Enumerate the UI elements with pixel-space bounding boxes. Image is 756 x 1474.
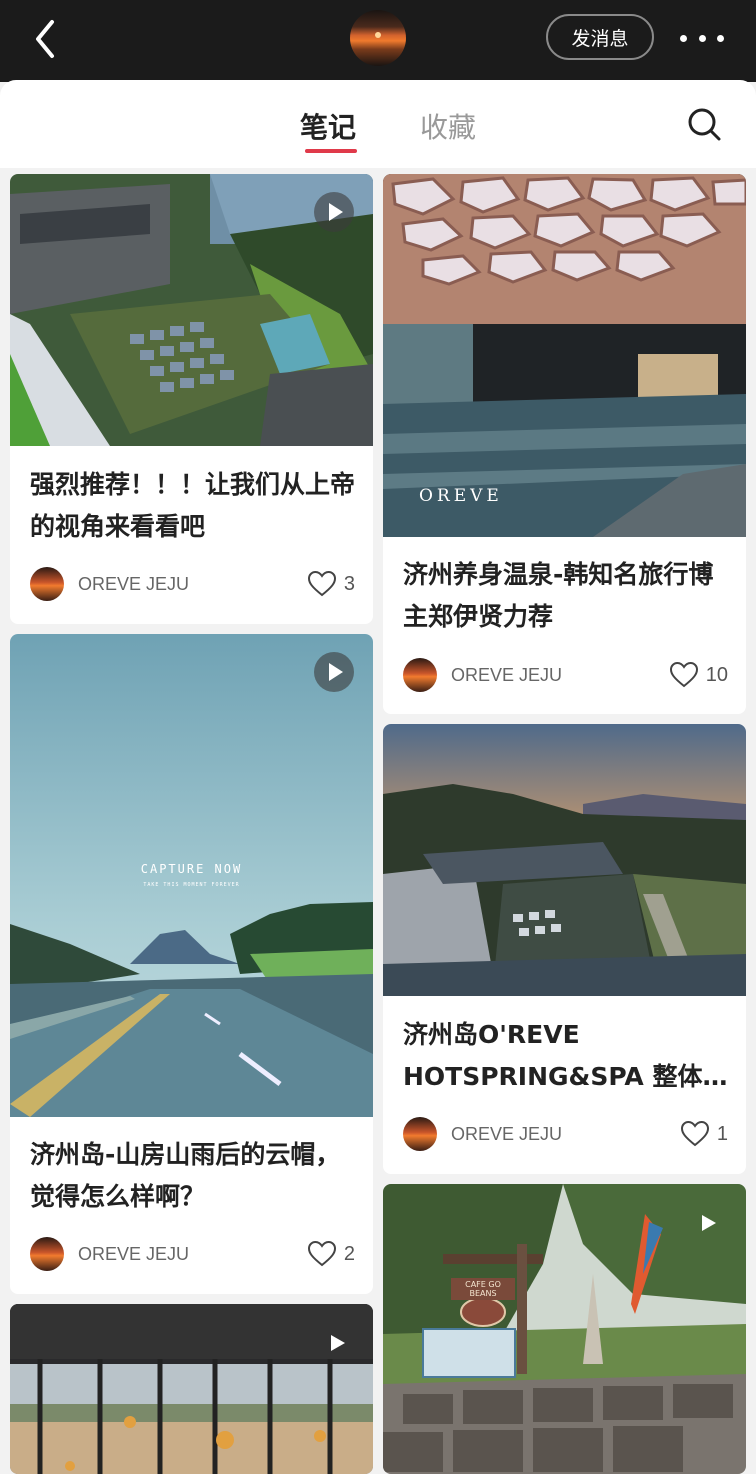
cafe-sign-text: CAFE GO BEANS — [451, 1278, 515, 1300]
note-title: 济州岛-山房山雨后的云帽，觉得怎么样啊？ — [30, 1140, 341, 1211]
note-card[interactable]: CAPTURE NOW TAKE THIS MOMENT FOREVER 济州岛… — [10, 634, 373, 1294]
tabs-header: 笔记 收藏 — [0, 80, 756, 168]
top-bar: 发消息 — [0, 0, 756, 82]
note-title: 济州岛O'REVE HOTSPRING&SPA 整体环境 — [403, 1020, 728, 1091]
note-card[interactable] — [10, 1304, 373, 1474]
overlay-title: CAPTURE NOW — [140, 862, 243, 876]
note-card[interactable]: OREVE 济州养身温泉-韩知名旅行博主郑伊贤力荐 OREVE JEJU 10 — [383, 174, 746, 714]
note-card[interactable]: 强烈推荐！！！让我们从上帝的视角来看看吧 OREVE JEJU 3 — [10, 174, 373, 624]
back-chevron-icon[interactable] — [30, 18, 62, 60]
heart-icon[interactable] — [680, 1121, 709, 1147]
note-card[interactable]: CAFE GO BEANS — [383, 1184, 746, 1474]
active-tab-indicator — [305, 149, 357, 153]
author-avatar — [30, 567, 64, 601]
like-count: 2 — [343, 1242, 355, 1265]
profile-avatar[interactable] — [350, 10, 406, 66]
tab-favorites[interactable]: 收藏 — [420, 106, 476, 146]
more-dots-icon[interactable] — [680, 28, 724, 48]
author-avatar — [30, 1237, 64, 1271]
note-cover-image — [383, 174, 746, 537]
watermark-text: OREVE — [419, 486, 503, 506]
author-name: OREVE JEJU — [451, 664, 563, 685]
note-card[interactable]: 济州岛O'REVE HOTSPRING&SPA 整体环境 OREVE JEJU … — [383, 724, 746, 1174]
like-count: 10 — [705, 663, 728, 686]
note-cover-image — [383, 724, 746, 996]
author-name: OREVE JEJU — [78, 573, 190, 594]
note-cover-image — [10, 1304, 373, 1474]
like-count: 3 — [343, 572, 355, 595]
note-meta: OREVE JEJU 10 — [403, 657, 728, 693]
send-message-button[interactable]: 发消息 — [546, 14, 654, 60]
note-meta: OREVE JEJU 1 — [403, 1116, 728, 1152]
author-avatar — [403, 658, 437, 692]
author-name: OREVE JEJU — [78, 1243, 190, 1264]
tab-notes[interactable]: 笔记 — [300, 106, 356, 146]
note-cover-image — [383, 1184, 746, 1474]
like-count: 1 — [716, 1122, 728, 1145]
heart-icon[interactable] — [669, 662, 698, 688]
overlay-subtitle: TAKE THIS MOMENT FOREVER — [143, 882, 240, 888]
search-icon[interactable] — [686, 106, 722, 142]
author-name: OREVE JEJU — [451, 1123, 563, 1144]
heart-icon[interactable] — [307, 571, 336, 597]
heart-icon[interactable] — [307, 1241, 336, 1267]
video-play-icon — [314, 192, 354, 232]
video-play-icon — [699, 1214, 719, 1234]
video-play-icon — [328, 1334, 348, 1354]
author-avatar — [403, 1117, 437, 1151]
note-title: 济州养身温泉-韩知名旅行博主郑伊贤力荐 — [403, 560, 714, 631]
note-meta: OREVE JEJU 2 — [30, 1236, 355, 1272]
note-title: 强烈推荐！！！让我们从上帝的视角来看看吧 — [30, 470, 355, 541]
video-play-icon — [314, 652, 354, 692]
note-meta: OREVE JEJU 3 — [30, 566, 355, 602]
